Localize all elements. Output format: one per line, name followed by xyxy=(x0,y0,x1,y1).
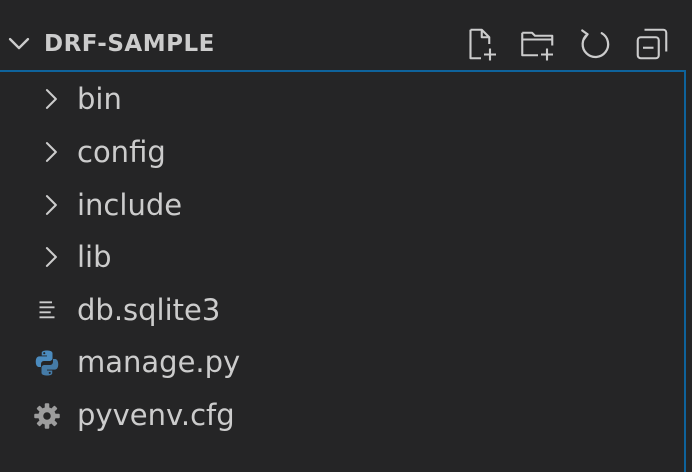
explorer-title: DRF-SAMPLE xyxy=(44,31,215,57)
tree-item-bin[interactable]: bin xyxy=(0,73,684,125)
chevron-right-icon xyxy=(45,247,57,267)
tree-item-label: config xyxy=(77,135,166,169)
tree-item-manage-py[interactable]: manage.py xyxy=(0,336,684,388)
tree-item-lib[interactable]: lib xyxy=(0,231,684,283)
collapse-all-button[interactable] xyxy=(630,22,674,66)
new-folder-button[interactable] xyxy=(516,22,560,66)
explorer-panel: DRF-SAMPLE bin config include lib db.sql… xyxy=(0,0,692,472)
new-folder-icon xyxy=(521,31,554,61)
chevron-right-icon xyxy=(45,142,57,162)
chevron-right-icon xyxy=(45,195,57,215)
tree-item-label: manage.py xyxy=(77,345,241,379)
explorer-header[interactable]: DRF-SAMPLE xyxy=(0,20,692,68)
tree-item-label: db.sqlite3 xyxy=(77,293,221,327)
refresh-icon xyxy=(581,29,610,59)
new-file-button[interactable] xyxy=(459,22,503,66)
explorer-actions xyxy=(459,22,674,66)
new-file-icon xyxy=(469,28,496,61)
tree-item-pyvenv-cfg[interactable]: pyvenv.cfg xyxy=(0,389,684,441)
collapse-all-icon xyxy=(636,28,668,60)
text-file-icon xyxy=(39,301,55,319)
python-icon xyxy=(35,350,59,376)
tree-item-label: bin xyxy=(77,82,122,116)
tree-item-label: include xyxy=(77,188,183,222)
tree-item-include[interactable]: include xyxy=(0,179,684,231)
chevron-right-icon xyxy=(45,89,57,109)
refresh-button[interactable] xyxy=(573,22,617,66)
tree-item-db-sqlite3[interactable]: db.sqlite3 xyxy=(0,284,684,336)
tree-item-label: pyvenv.cfg xyxy=(77,398,235,432)
file-tree: bin config include lib db.sqlite3 manage… xyxy=(0,70,686,472)
chevron-down-icon[interactable] xyxy=(6,31,32,57)
gear-icon xyxy=(34,403,60,429)
tree-item-config[interactable]: config xyxy=(0,126,684,178)
tree-item-label: lib xyxy=(77,240,112,274)
